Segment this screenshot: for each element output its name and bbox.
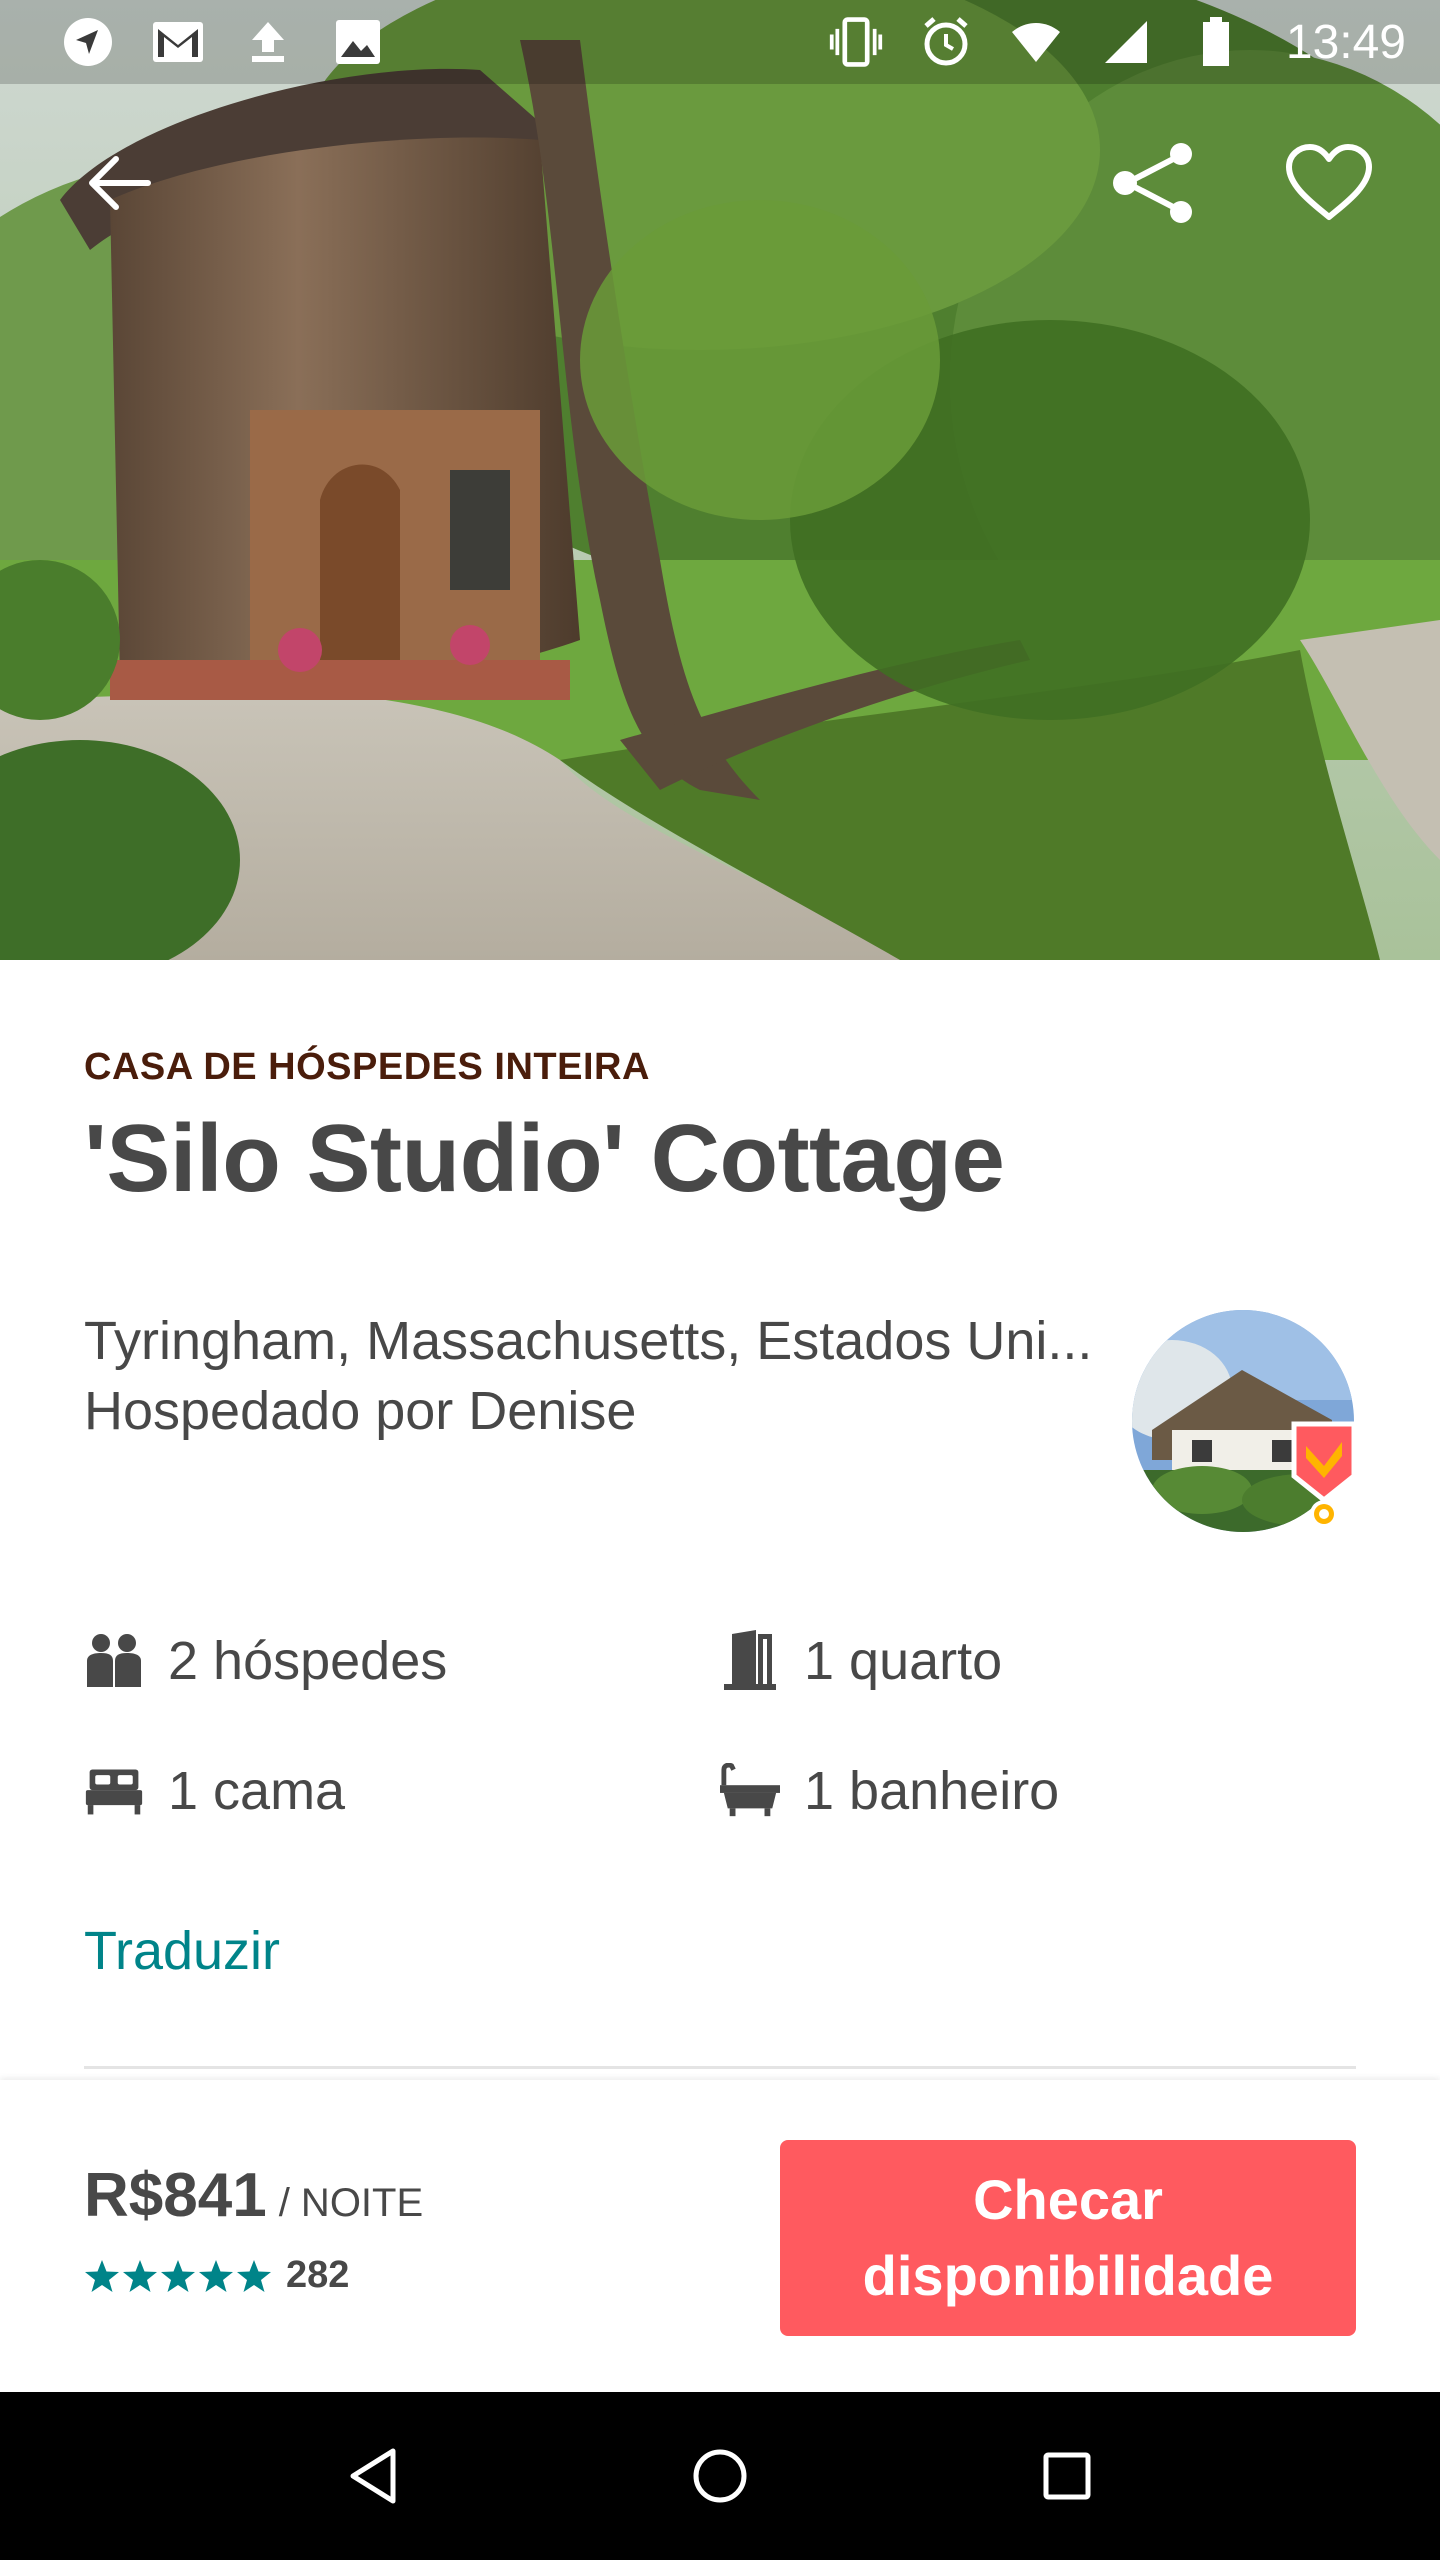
listing-title: 'Silo Studio' Cottage — [84, 1105, 1005, 1212]
wifi-icon — [1008, 14, 1064, 70]
signal-icon — [1098, 14, 1154, 70]
star-icon — [123, 2259, 157, 2292]
per-night-label: / NOITE — [278, 2181, 424, 2225]
status-bar: 13:49 — [0, 0, 1440, 84]
review-count: 282 — [286, 2254, 350, 2296]
amenity-rooms-label: 1 quarto — [804, 1631, 1003, 1691]
star-icon — [161, 2259, 195, 2292]
amenity-baths: 1 banheiro — [720, 1760, 1059, 1822]
nav-home-button[interactable] — [670, 2426, 770, 2526]
alarm-icon — [918, 14, 974, 70]
vibrate-icon — [828, 14, 884, 70]
bed-icon — [84, 1761, 144, 1821]
listing-hero-photo[interactable]: 13:49 — [0, 0, 1440, 960]
gmail-icon — [150, 14, 206, 70]
section-divider — [84, 2066, 1356, 2069]
listing-location: Tyringham, Massachusetts, Estados Uni... — [84, 1311, 1093, 1371]
translate-link[interactable]: Traduzir — [84, 1920, 280, 1982]
image-icon — [330, 14, 386, 70]
back-button[interactable] — [64, 128, 174, 238]
cottage-photo — [0, 0, 1440, 960]
listing-type-label: CASA DE HÓSPEDES INTEIRA — [84, 1046, 650, 1088]
amenity-rooms: 1 quarto — [720, 1630, 1002, 1692]
share-button[interactable] — [1098, 128, 1208, 238]
share-icon — [1113, 143, 1192, 223]
save-to-wishlist-button[interactable] — [1274, 128, 1384, 238]
heart-icon — [1286, 144, 1372, 220]
recents-square-icon — [1043, 2452, 1091, 2500]
star-icon — [199, 2259, 233, 2292]
bathtub-icon — [720, 1761, 780, 1821]
clock: 13:49 — [1285, 15, 1406, 69]
amenity-beds: 1 cama — [84, 1760, 345, 1822]
price-block: R$841 / NOITE — [84, 2160, 423, 2231]
host-line: Hospedado por Denise — [84, 1381, 637, 1441]
amenity-guests-label: 2 hóspedes — [168, 1631, 448, 1691]
star-icon — [85, 2259, 119, 2292]
back-triangle-icon — [350, 2448, 396, 2504]
amenity-baths-label: 1 banheiro — [804, 1761, 1060, 1821]
star-rating — [84, 2259, 272, 2293]
back-arrow-icon — [89, 156, 151, 210]
check-availability-line1: Checar — [973, 2168, 1163, 2231]
guests-icon — [84, 1631, 144, 1691]
navigation-icon — [60, 14, 116, 70]
star-icon — [237, 2259, 271, 2292]
android-nav-bar — [0, 2392, 1440, 2560]
amenity-beds-label: 1 cama — [168, 1761, 346, 1821]
nightly-price: R$841 — [84, 2161, 267, 2230]
door-icon — [720, 1630, 780, 1691]
battery-icon — [1188, 14, 1244, 70]
check-availability-line2: disponibilidade — [862, 2244, 1274, 2307]
upload-icon — [240, 14, 296, 70]
check-availability-button[interactable]: Checar disponibilidade — [780, 2140, 1356, 2336]
amenity-guests: 2 hóspedes — [84, 1630, 447, 1692]
rating-summary[interactable]: 282 — [84, 2254, 349, 2297]
superhost-badge-icon — [1290, 1420, 1358, 1532]
home-circle-icon — [693, 2449, 747, 2503]
nav-back-button[interactable] — [323, 2426, 423, 2526]
nav-recents-button[interactable] — [1017, 2426, 1117, 2526]
